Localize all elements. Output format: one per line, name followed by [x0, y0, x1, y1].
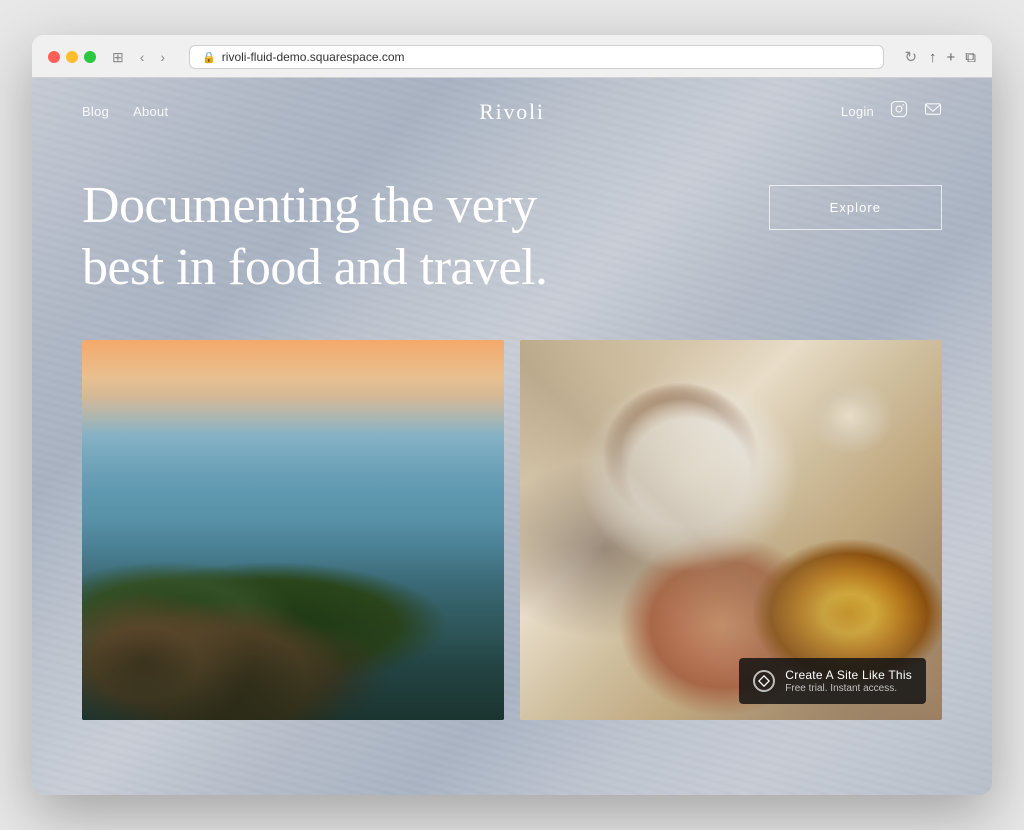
new-tab-button[interactable]: + — [947, 49, 956, 66]
explore-button[interactable]: Explore — [769, 185, 942, 230]
nav-left: Blog About — [82, 104, 168, 119]
badge-text: Create A Site Like This Free trial. Inst… — [785, 668, 912, 694]
nav-link-about[interactable]: About — [133, 104, 168, 119]
coastal-image[interactable] — [82, 340, 504, 720]
browser-actions: ↑ + ⧉ — [929, 49, 976, 66]
browser-window: ⊞ ‹ › 🔒 rivoli-fluid-demo.squarespace.co… — [32, 35, 992, 795]
sidebar-toggle[interactable]: ⊞ — [108, 47, 128, 68]
back-button[interactable]: ‹ — [136, 47, 149, 67]
mail-icon[interactable] — [924, 101, 942, 122]
nav-link-blog[interactable]: Blog — [82, 104, 109, 119]
duplicate-button[interactable]: ⧉ — [965, 49, 976, 66]
close-button[interactable] — [48, 51, 60, 63]
instagram-icon[interactable] — [890, 100, 908, 123]
badge-subtitle: Free trial. Instant access. — [785, 683, 912, 694]
url-text: rivoli-fluid-demo.squarespace.com — [222, 50, 405, 64]
squarespace-icon — [753, 670, 775, 692]
nav-login[interactable]: Login — [841, 104, 874, 119]
share-button[interactable]: ↑ — [929, 49, 937, 66]
hero-section: Documenting the very best in food and tr… — [32, 145, 992, 340]
image-grid: Create A Site Like This Free trial. Inst… — [32, 340, 992, 720]
website-content: Blog About Rivoli Login — [32, 78, 992, 795]
site-logo[interactable]: Rivoli — [479, 99, 545, 125]
nav-right: Login — [841, 100, 942, 123]
maximize-button[interactable] — [84, 51, 96, 63]
traffic-lights — [48, 51, 96, 63]
browser-chrome: ⊞ ‹ › 🔒 rivoli-fluid-demo.squarespace.co… — [32, 35, 992, 78]
squarespace-badge[interactable]: Create A Site Like This Free trial. Inst… — [739, 658, 926, 704]
hero-title: Documenting the very best in food and tr… — [82, 175, 562, 300]
reload-button[interactable]: ↻ — [904, 48, 917, 66]
lock-icon: 🔒 — [202, 51, 216, 64]
coffee-image[interactable]: Create A Site Like This Free trial. Inst… — [520, 340, 942, 720]
nav-center: Rivoli — [479, 99, 545, 125]
forward-button[interactable]: › — [156, 47, 169, 67]
badge-title: Create A Site Like This — [785, 668, 912, 682]
browser-controls: ⊞ ‹ › — [108, 47, 169, 68]
minimize-button[interactable] — [66, 51, 78, 63]
address-bar[interactable]: 🔒 rivoli-fluid-demo.squarespace.com — [189, 45, 884, 69]
site-navigation: Blog About Rivoli Login — [32, 78, 992, 145]
